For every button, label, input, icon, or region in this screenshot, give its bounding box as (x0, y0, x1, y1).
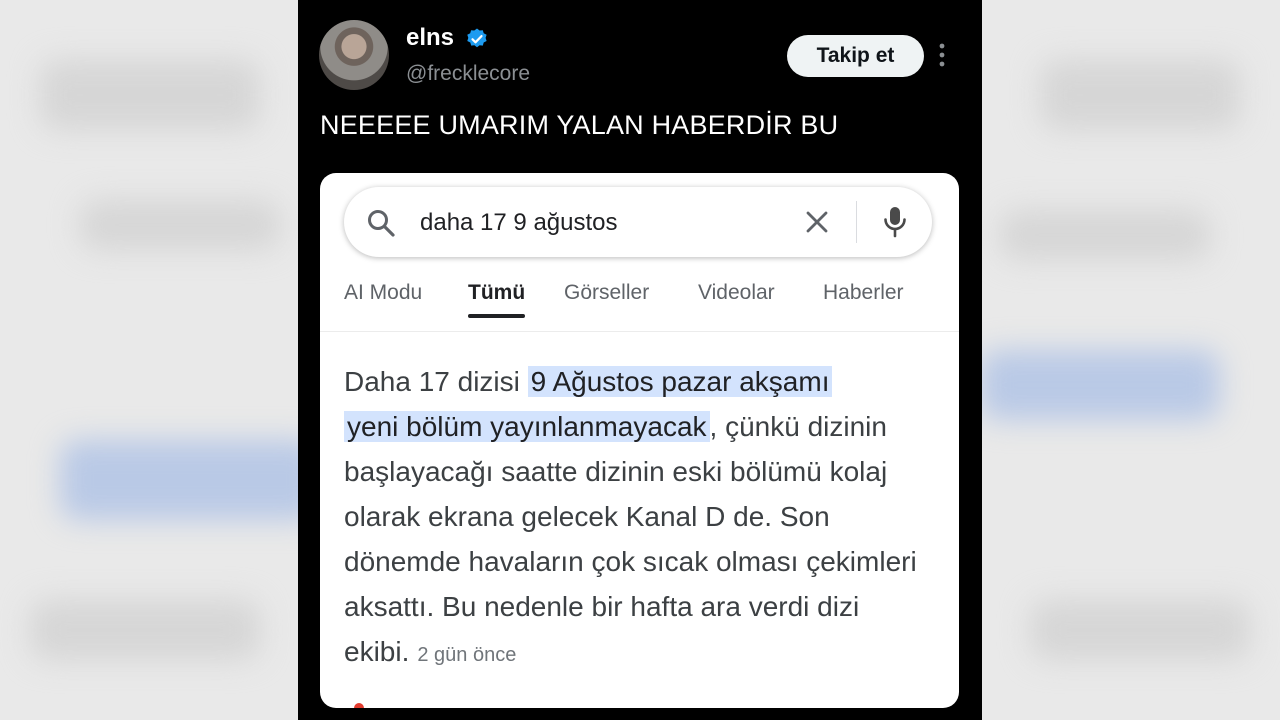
active-tab-indicator (468, 314, 525, 318)
snippet-highlight-1: 9 Ağustos pazar akşamı (527, 366, 833, 397)
follow-button[interactable]: Takip et (787, 35, 924, 77)
embedded-search-screenshot[interactable]: daha 17 9 ağustos AI Modu Tümü Görseller… (320, 173, 959, 708)
more-options-icon[interactable] (938, 40, 946, 70)
tab-images[interactable]: Görseller (564, 281, 649, 305)
red-dot (354, 703, 364, 708)
search-snippet: Daha 17 dizisi 9 Ağustos pazar akşamı yen… (344, 359, 944, 678)
tab-all[interactable]: Tümü (468, 281, 525, 305)
blurred-background-right (980, 0, 1280, 720)
search-bar[interactable]: daha 17 9 ağustos (344, 187, 932, 257)
tab-videos[interactable]: Videolar (698, 281, 775, 305)
blurred-background-left (0, 0, 300, 720)
display-name[interactable]: elns (406, 24, 454, 52)
search-query[interactable]: daha 17 9 ağustos (420, 209, 618, 237)
tweet-post: elns @frecklecore Takip et NEEEEE UMARIM… (298, 0, 982, 720)
tab-news[interactable]: Haberler (823, 281, 904, 305)
search-icon[interactable] (366, 208, 396, 238)
search-divider (856, 201, 857, 243)
clear-icon[interactable] (804, 209, 830, 235)
snippet-highlight-2: yeni bölüm yayınlanmayacak (344, 411, 710, 442)
snippet-time-ago: 2 gün önce (417, 644, 517, 666)
avatar[interactable] (319, 20, 389, 90)
snippet-body: , çünkü dizinin başlayacağı saatte dizin… (344, 411, 917, 667)
tabs-separator (320, 331, 959, 332)
user-handle[interactable]: @frecklecore (406, 62, 530, 86)
snippet-prefix: Daha 17 dizisi (344, 366, 528, 397)
tab-ai-mode[interactable]: AI Modu (344, 281, 422, 305)
microphone-icon[interactable] (882, 205, 908, 239)
post-text: NEEEEE UMARIM YALAN HABERDİR BU (320, 110, 839, 140)
verified-badge-icon (467, 28, 487, 48)
